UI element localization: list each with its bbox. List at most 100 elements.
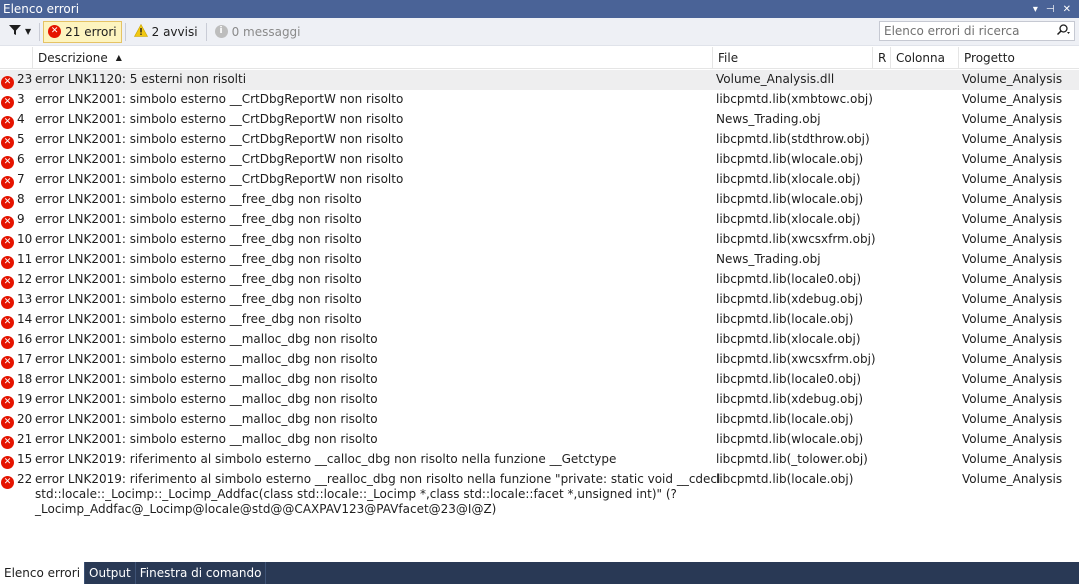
row-icon-cell: ✕ bbox=[0, 330, 15, 349]
error-project: Volume_Analysis bbox=[962, 332, 1063, 346]
dropdown-icon[interactable]: ▾ bbox=[1033, 4, 1038, 15]
filter-button[interactable]: ▼ bbox=[4, 21, 36, 43]
error-description: error LNK2001: simbolo esterno __CrtDbgR… bbox=[35, 130, 716, 147]
search-input[interactable] bbox=[884, 24, 1052, 38]
error-icon: ✕ bbox=[1, 196, 14, 209]
tab-command-window[interactable]: Finestra di comando bbox=[136, 562, 267, 584]
pin-icon[interactable]: ⊣ bbox=[1046, 4, 1055, 15]
error-number: 5 bbox=[17, 132, 25, 146]
toolbar-separator bbox=[124, 22, 126, 41]
column-header-icon[interactable] bbox=[0, 46, 33, 69]
row-icon-cell: ✕ bbox=[0, 150, 15, 169]
error-description-line: error LNK2001: simbolo esterno __free_db… bbox=[35, 192, 362, 206]
error-number: 11 bbox=[17, 252, 33, 266]
column-header-project[interactable]: Progetto bbox=[959, 47, 1079, 69]
error-description-line: error LNK2001: simbolo esterno __free_db… bbox=[35, 252, 362, 266]
error-number: 21 bbox=[17, 432, 33, 446]
error-file: libcpmtd.lib(xlocale.obj) bbox=[716, 332, 861, 346]
table-row[interactable]: ✕ 23 error LNK1120: 5 esterni non risolti V… bbox=[0, 70, 1079, 90]
error-description: error LNK2001: simbolo esterno __malloc_… bbox=[35, 330, 716, 347]
table-row[interactable]: ✕ 4 error LNK2001: simbolo esterno __CrtDb… bbox=[0, 110, 1079, 130]
table-row[interactable]: ✕ 21 error LNK2001: simbolo esterno __mall… bbox=[0, 430, 1079, 450]
row-icon-cell: ✕ bbox=[0, 310, 15, 329]
error-icon: ✕ bbox=[1, 96, 14, 109]
column-header-r[interactable]: R bbox=[873, 46, 891, 69]
error-icon: ✕ bbox=[1, 396, 14, 409]
table-row[interactable]: ✕ 6 error LNK2001: simbolo esterno __CrtDb… bbox=[0, 150, 1079, 170]
error-project: Volume_Analysis bbox=[962, 312, 1063, 326]
error-number: 23 bbox=[17, 72, 33, 86]
error-number: 15 bbox=[17, 452, 33, 466]
error-icon: ✕ bbox=[1, 116, 14, 129]
error-icon: ✕ bbox=[48, 25, 62, 38]
table-row[interactable]: ✕ 12 error LNK2001: simbolo esterno __free… bbox=[0, 270, 1079, 290]
table-row[interactable]: ✕ 19 error LNK2001: simbolo esterno __mall… bbox=[0, 390, 1079, 410]
error-icon: ✕ bbox=[1, 216, 14, 229]
row-icon-cell: ✕ bbox=[0, 350, 15, 369]
row-icon-cell: ✕ bbox=[0, 170, 15, 189]
table-row[interactable]: ✕ 20 error LNK2001: simbolo esterno __mall… bbox=[0, 410, 1079, 430]
row-icon-cell: ✕ bbox=[0, 410, 15, 429]
error-description-line: error LNK2001: simbolo esterno __malloc_… bbox=[35, 432, 378, 446]
window-controls: ▾ ⊣ ✕ bbox=[1033, 4, 1079, 15]
table-row[interactable]: ✕ 7 error LNK2001: simbolo esterno __CrtDb… bbox=[0, 170, 1079, 190]
error-description-line: error LNK2001: simbolo esterno __CrtDbgR… bbox=[35, 112, 404, 126]
table-row[interactable]: ✕ 13 error LNK2001: simbolo esterno __free… bbox=[0, 290, 1079, 310]
column-header-label: R bbox=[878, 50, 887, 65]
table-row[interactable]: ✕ 22 error LNK2019: riferimento al simbolo… bbox=[0, 470, 1079, 518]
row-icon-cell: ✕ bbox=[0, 70, 15, 89]
title-bar: Elenco errori ▾ ⊣ ✕ bbox=[0, 0, 1079, 18]
search-icon[interactable] bbox=[1052, 23, 1074, 39]
warnings-filter-button[interactable]: 2 avvisi bbox=[129, 21, 203, 43]
error-description-line: error LNK2001: simbolo esterno __malloc_… bbox=[35, 352, 378, 366]
table-row[interactable]: ✕ 10 error LNK2001: simbolo esterno __free… bbox=[0, 230, 1079, 250]
error-file: Volume_Analysis.dll bbox=[716, 72, 835, 86]
error-description-line: error LNK2019: riferimento al simbolo es… bbox=[35, 452, 617, 466]
error-project: Volume_Analysis bbox=[962, 132, 1063, 146]
error-description-line: error LNK2001: simbolo esterno __free_db… bbox=[35, 232, 362, 246]
row-icon-cell: ✕ bbox=[0, 470, 15, 489]
table-row[interactable]: ✕ 3 error LNK2001: simbolo esterno __CrtDb… bbox=[0, 90, 1079, 110]
sort-ascending-icon: ▲ bbox=[115, 53, 122, 62]
row-icon-cell: ✕ bbox=[0, 390, 15, 409]
error-icon: ✕ bbox=[1, 476, 14, 489]
search-box bbox=[879, 21, 1075, 41]
row-icon-cell: ✕ bbox=[0, 230, 15, 249]
messages-filter-button[interactable]: i 0 messaggi bbox=[210, 21, 306, 43]
error-description: error LNK2001: simbolo esterno __malloc_… bbox=[35, 410, 716, 427]
error-description-line: error LNK2001: simbolo esterno __free_db… bbox=[35, 272, 362, 286]
error-description: error LNK2001: simbolo esterno __CrtDbgR… bbox=[35, 150, 716, 167]
table-row[interactable]: ✕ 5 error LNK2001: simbolo esterno __CrtDb… bbox=[0, 130, 1079, 150]
column-header-column[interactable]: Colonna bbox=[891, 46, 959, 69]
table-row[interactable]: ✕ 14 error LNK2001: simbolo esterno __free… bbox=[0, 310, 1079, 330]
table-row[interactable]: ✕ 8 error LNK2001: simbolo esterno __free_… bbox=[0, 190, 1079, 210]
row-icon-cell: ✕ bbox=[0, 430, 15, 449]
table-row[interactable]: ✕ 17 error LNK2001: simbolo esterno __mall… bbox=[0, 350, 1079, 370]
column-header: Descrizione ▲ File R Colonna Progetto bbox=[0, 46, 1079, 69]
error-description-line: error LNK2001: simbolo esterno __malloc_… bbox=[35, 372, 378, 386]
error-project: Volume_Analysis bbox=[962, 252, 1063, 266]
column-header-file[interactable]: File bbox=[713, 46, 873, 69]
error-file: libcpmtd.lib(wlocale.obj) bbox=[716, 152, 864, 166]
error-project: Volume_Analysis bbox=[962, 432, 1063, 446]
error-file: News_Trading.obj bbox=[716, 112, 821, 126]
error-description-line: error LNK2001: simbolo esterno __malloc_… bbox=[35, 332, 378, 346]
tab-output[interactable]: Output bbox=[85, 562, 136, 584]
table-row[interactable]: ✕ 9 error LNK2001: simbolo esterno __free_… bbox=[0, 210, 1079, 230]
table-row[interactable]: ✕ 16 error LNK2001: simbolo esterno __mall… bbox=[0, 330, 1079, 350]
table-row[interactable]: ✕ 11 error LNK2001: simbolo esterno __free… bbox=[0, 250, 1079, 270]
column-header-label: Descrizione bbox=[38, 50, 108, 65]
errors-filter-button[interactable]: ✕ 21 errori bbox=[43, 20, 122, 43]
error-file: libcpmtd.lib(xdebug.obj) bbox=[716, 392, 864, 406]
error-file: libcpmtd.lib(xmbtowc.obj) bbox=[716, 92, 873, 106]
close-icon[interactable]: ✕ bbox=[1063, 4, 1071, 15]
error-file: News_Trading.obj bbox=[716, 252, 821, 266]
table-row[interactable]: ✕ 18 error LNK2001: simbolo esterno __mall… bbox=[0, 370, 1079, 390]
table-row[interactable]: ✕ 15 error LNK2019: riferimento al simbolo… bbox=[0, 450, 1079, 470]
error-description-line: error LNK2019: riferimento al simbolo es… bbox=[35, 472, 721, 486]
column-header-label: Colonna bbox=[896, 50, 945, 65]
row-icon-cell: ✕ bbox=[0, 110, 15, 129]
error-description: error LNK2001: simbolo esterno __malloc_… bbox=[35, 370, 716, 387]
column-header-description[interactable]: Descrizione ▲ bbox=[33, 46, 713, 69]
tab-error-list[interactable]: Elenco errori bbox=[0, 562, 86, 584]
